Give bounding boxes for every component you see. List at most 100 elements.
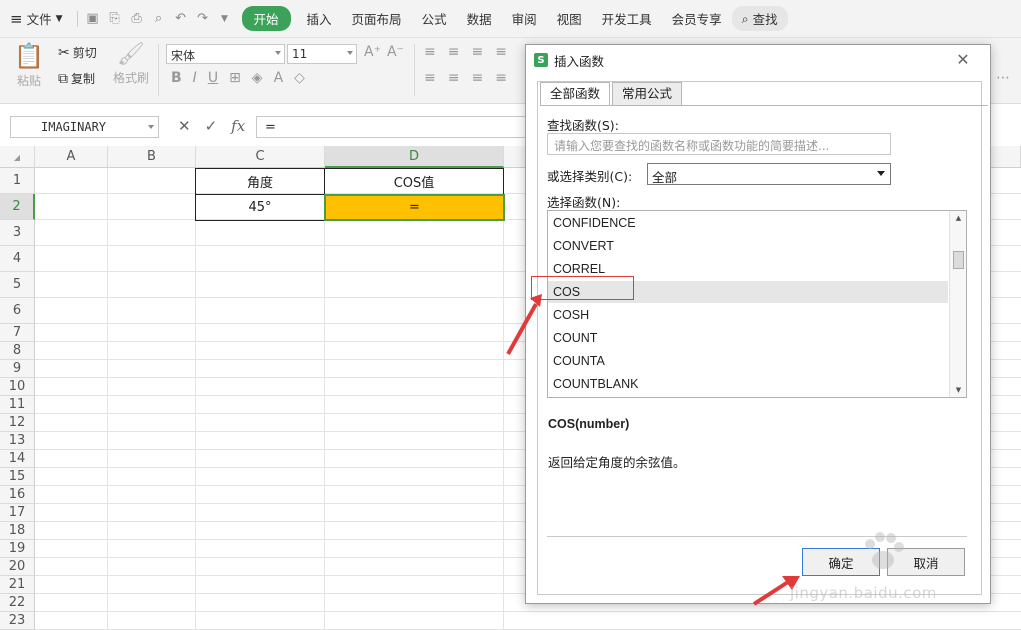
row-header-21[interactable]: 21 [0, 576, 35, 594]
function-item-counta[interactable]: COUNTA [548, 350, 948, 372]
tab-page-layout[interactable]: 页面布局 [342, 9, 412, 28]
scrollbar-thumb[interactable] [953, 251, 964, 269]
column-header-b[interactable]: B [108, 146, 196, 168]
customize-chevron-icon[interactable]: ▼ [214, 8, 236, 30]
decrease-font-icon[interactable]: A⁻ [387, 44, 404, 60]
column-header-a[interactable]: A [35, 146, 108, 168]
check-icon[interactable]: ✓ [205, 117, 218, 135]
row-header-20[interactable]: 20 [0, 558, 35, 576]
name-box-value: IMAGINARY [41, 120, 107, 134]
search-button[interactable]: ⌕ 查找 [731, 6, 788, 31]
bold-icon[interactable]: B [171, 70, 182, 86]
cut-button[interactable]: ✂ 剪切 [58, 44, 97, 61]
tab-review[interactable]: 审阅 [502, 9, 547, 28]
highlight-box [531, 276, 634, 300]
tab-insert[interactable]: 插入 [297, 9, 342, 28]
tab-member[interactable]: 会员专享 [662, 9, 732, 28]
row-header-16[interactable]: 16 [0, 486, 35, 504]
file-menu[interactable]: ≡ 文件 ▼ [0, 9, 73, 28]
category-select[interactable]: 全部 [647, 163, 891, 185]
align-bottom-icon[interactable]: ≡ [471, 44, 483, 60]
tab-home[interactable]: 开始 [241, 6, 291, 31]
function-item-count[interactable]: COUNT [548, 327, 948, 349]
name-box[interactable]: IMAGINARY [10, 116, 159, 138]
align-right-icon[interactable]: ≡ [471, 70, 483, 86]
cell-c1[interactable]: 角度 [195, 168, 325, 195]
row-header-9[interactable]: 9 [0, 360, 35, 378]
align-middle-icon[interactable]: ≡ [448, 44, 460, 60]
function-item-confidence[interactable]: CONFIDENCE [548, 212, 948, 234]
format-painter-button[interactable]: 🖌 格式刷 [113, 42, 149, 86]
row-header-11[interactable]: 11 [0, 396, 35, 414]
row-header-7[interactable]: 7 [0, 324, 35, 342]
select-all-corner[interactable]: ◢ [0, 146, 35, 168]
cell-d2[interactable]: = [324, 194, 505, 221]
function-list[interactable]: CONFIDENCE CONVERT CORREL COS COSH COUNT COUNT… [547, 210, 967, 398]
paste-button[interactable]: 📋 粘贴 [14, 42, 44, 89]
row-header-15[interactable]: 15 [0, 468, 35, 486]
row-header-13[interactable]: 13 [0, 432, 35, 450]
align-top-icon[interactable]: ≡ [424, 44, 436, 60]
indent-icon[interactable]: ≡ [495, 44, 507, 60]
align-center-icon[interactable]: ≡ [448, 70, 460, 86]
save-icon[interactable]: ▣ [82, 8, 104, 30]
eraser-icon[interactable]: ◇ [294, 70, 305, 86]
function-signature: COS(number) [548, 417, 630, 431]
column-header-c[interactable]: C [196, 146, 325, 168]
function-item-cosh[interactable]: COSH [548, 304, 948, 326]
copy-button[interactable]: ⧉ 复制 [58, 70, 95, 87]
row-header-5[interactable]: 5 [0, 272, 35, 298]
font-name-select[interactable]: 宋体 [166, 44, 285, 64]
row-header-17[interactable]: 17 [0, 504, 35, 522]
column-header-d[interactable]: D [325, 146, 504, 168]
cancel-icon[interactable]: ✕ [178, 117, 191, 135]
fx-icon[interactable]: fx [231, 117, 245, 135]
redo-icon[interactable]: ↷ [192, 8, 214, 30]
print-icon[interactable]: ⎙ [126, 8, 148, 30]
row-header-22[interactable]: 22 [0, 594, 35, 612]
font-color-icon[interactable]: A [274, 70, 284, 86]
cell-d1[interactable]: COS值 [324, 168, 504, 195]
print-preview-icon[interactable]: ⌕ [148, 8, 170, 30]
row-header-19[interactable]: 19 [0, 540, 35, 558]
function-list-scrollbar[interactable]: ▲ ▼ [949, 211, 966, 397]
tab-data[interactable]: 数据 [457, 9, 502, 28]
close-icon[interactable]: ✕ [944, 51, 982, 69]
row-header-3[interactable]: 3 [0, 220, 35, 246]
font-size-select[interactable]: 11 [287, 44, 357, 64]
row-header-6[interactable]: 6 [0, 298, 35, 324]
tab-formulas[interactable]: 公式 [412, 9, 457, 28]
italic-icon[interactable]: I [193, 70, 197, 86]
export-icon[interactable]: ⎘ [104, 8, 126, 30]
tab-common-formulas[interactable]: 常用公式 [612, 82, 683, 106]
more-icon[interactable]: ⋯ [996, 70, 1010, 86]
dialog-titlebar[interactable]: S 插入函数 ✕ [526, 45, 990, 75]
function-item-convert[interactable]: CONVERT [548, 235, 948, 257]
row-header-18[interactable]: 18 [0, 522, 35, 540]
formula-input[interactable]: = [256, 116, 536, 138]
row-header-10[interactable]: 10 [0, 378, 35, 396]
row-header-2[interactable]: 2 [0, 194, 35, 220]
row-header-12[interactable]: 12 [0, 414, 35, 432]
scroll-down-icon[interactable]: ▼ [950, 383, 966, 397]
justify-icon[interactable]: ≡ [495, 70, 507, 86]
underline-icon[interactable]: U [208, 70, 218, 86]
category-value: 全部 [652, 170, 678, 185]
row-header-8[interactable]: 8 [0, 342, 35, 360]
row-header-23[interactable]: 23 [0, 612, 35, 630]
undo-icon[interactable]: ↶ [170, 8, 192, 30]
align-left-icon[interactable]: ≡ [424, 70, 436, 86]
row-header-4[interactable]: 4 [0, 246, 35, 272]
tab-view[interactable]: 视图 [547, 9, 592, 28]
function-item-countblank[interactable]: COUNTBLANK [548, 373, 948, 395]
cell-c2[interactable]: 45° [195, 194, 325, 221]
fill-color-icon[interactable]: ◈ [252, 70, 263, 86]
increase-font-icon[interactable]: A⁺ [364, 44, 381, 60]
scroll-up-icon[interactable]: ▲ [950, 211, 966, 225]
tab-developer[interactable]: 开发工具 [592, 9, 662, 28]
tab-all-functions[interactable]: 全部函数 [540, 82, 611, 106]
border-icon[interactable]: ⊞ [229, 70, 241, 86]
search-function-input[interactable]: 请输入您要查找的函数名称或函数功能的简要描述... [547, 133, 891, 155]
row-header-1[interactable]: 1 [0, 168, 35, 194]
row-header-14[interactable]: 14 [0, 450, 35, 468]
